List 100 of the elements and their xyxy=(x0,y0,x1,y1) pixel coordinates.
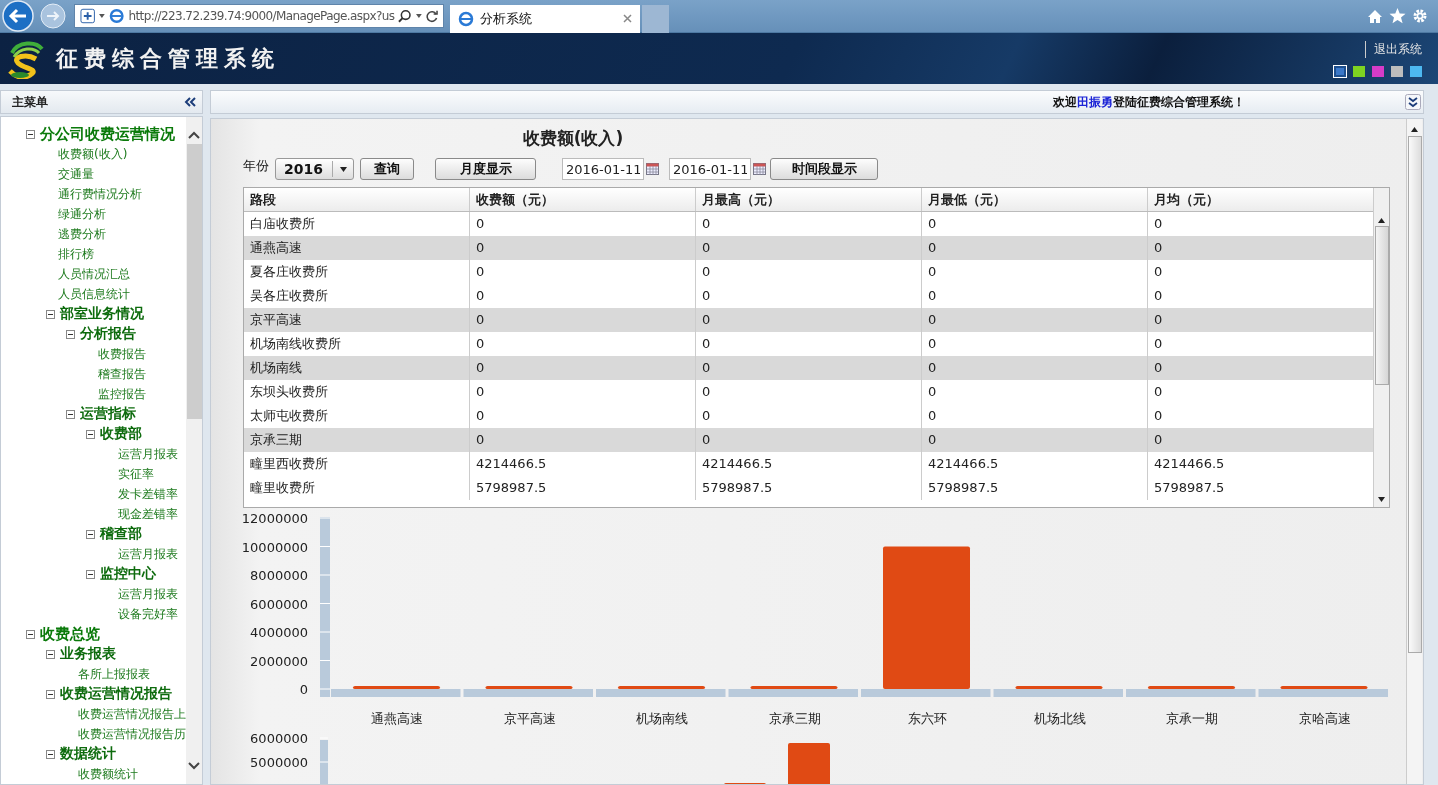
menu-item[interactable]: 交通量 xyxy=(58,165,94,183)
scroll-up-icon[interactable] xyxy=(1411,127,1418,132)
theme-swatch[interactable] xyxy=(1410,65,1422,77)
address-bar[interactable]: http://223.72.239.74:9000/ManagePage.aspx?us xyxy=(74,4,444,28)
shield-icon xyxy=(80,8,96,24)
menu-title: 主菜单 xyxy=(12,93,48,111)
monthly-button[interactable]: 月度显示 xyxy=(435,158,536,180)
menu-item[interactable]: 运营月报表 xyxy=(118,445,178,463)
close-icon[interactable] xyxy=(623,14,632,23)
menu-item[interactable]: 人员情况汇总 xyxy=(58,265,130,283)
collapse-icon[interactable] xyxy=(184,97,196,107)
menu-item[interactable]: 各所上报报表 xyxy=(78,665,150,683)
scroll-thumb[interactable] xyxy=(1374,226,1389,385)
axis-label: 通燕高速 xyxy=(371,711,424,726)
scroll-down-icon[interactable] xyxy=(188,762,200,770)
menu-group[interactable]: 分析报告 xyxy=(80,325,136,343)
tree-toggle-icon[interactable] xyxy=(46,309,55,319)
menu-group[interactable]: 收费总览 xyxy=(40,624,100,644)
query-button[interactable]: 查询 xyxy=(360,158,414,180)
welcome-text: 欢迎 xyxy=(1053,93,1077,111)
menu-item[interactable]: 收费运营情况报告历 xyxy=(78,725,186,743)
menu-item[interactable]: 运营月报表 xyxy=(118,585,178,603)
tree-toggle-icon[interactable] xyxy=(46,749,55,759)
axis-label: 京承三期 xyxy=(768,711,821,726)
menu-item[interactable]: 收费运营情况报告上 xyxy=(78,705,186,723)
calendar-icon[interactable] xyxy=(753,163,766,175)
menu-item[interactable]: 绿通分析 xyxy=(58,205,106,223)
menu-group[interactable]: 收费部 xyxy=(100,425,142,443)
menu-item[interactable]: 收费报告 xyxy=(98,345,146,363)
forward-button[interactable] xyxy=(40,3,66,29)
search-icon[interactable] xyxy=(398,9,412,23)
tree-toggle-icon[interactable] xyxy=(66,409,75,419)
table-cell: 5798987.5 xyxy=(470,476,696,500)
scroll-thumb[interactable] xyxy=(1407,136,1422,653)
menu-item[interactable]: 排行榜 xyxy=(58,245,94,263)
axis-label: 5000000 xyxy=(250,755,308,770)
menu-group[interactable]: 数据统计 xyxy=(60,745,116,763)
refresh-icon[interactable] xyxy=(425,9,438,23)
theme-swatch[interactable] xyxy=(1334,65,1346,77)
scroll-thumb[interactable] xyxy=(186,144,202,419)
theme-swatch[interactable] xyxy=(1372,65,1384,77)
browser-tab[interactable]: 分析系统 xyxy=(450,4,640,33)
menu-item[interactable]: 逃费分析 xyxy=(58,225,106,243)
home-icon[interactable] xyxy=(1367,8,1383,24)
menu-group[interactable]: 分公司收费运营情况 xyxy=(40,124,175,144)
menu-item[interactable]: 稽查报告 xyxy=(98,365,146,383)
scroll-up-icon[interactable] xyxy=(1378,218,1385,223)
axis-label: 6000000 xyxy=(250,731,308,746)
logo-icon xyxy=(6,38,46,79)
period-button[interactable]: 时间段显示 xyxy=(770,158,878,180)
start-date-field[interactable]: 2016-01-11 xyxy=(562,158,644,180)
end-date-field[interactable]: 2016-01-11 xyxy=(669,158,751,180)
welcome-text: 登陆征费综合管理系统！ xyxy=(1113,93,1245,111)
caret-icon xyxy=(339,166,347,172)
menu-item[interactable]: 发卡差错率 xyxy=(118,485,178,503)
menu-item[interactable]: 运营月报表 xyxy=(118,545,178,563)
system-title: 征费综合管理系统 xyxy=(56,44,280,73)
year-label: 年份 xyxy=(243,157,269,175)
tree-toggle-icon[interactable] xyxy=(66,329,75,339)
star-icon[interactable] xyxy=(1389,8,1406,24)
menu-group[interactable]: 稽查部 xyxy=(100,525,142,543)
menu-item[interactable]: 收费额(收入) xyxy=(58,145,128,163)
axis-label: 6000000 xyxy=(250,596,308,612)
scroll-down-icon[interactable] xyxy=(1378,497,1385,502)
calendar-icon[interactable] xyxy=(646,163,659,175)
expand-icon[interactable] xyxy=(1405,94,1421,110)
column-header: 路段 xyxy=(244,188,470,211)
tree-toggle-icon[interactable] xyxy=(46,649,55,659)
menu-item[interactable]: 人员信息统计 xyxy=(58,285,130,303)
tree-toggle-icon[interactable] xyxy=(26,629,35,639)
tree-toggle-icon[interactable] xyxy=(26,129,35,139)
menu-item[interactable]: 收费额统计 xyxy=(78,765,138,783)
browser-icon xyxy=(109,8,125,24)
menu-item[interactable]: 设备完好率 xyxy=(118,605,178,623)
tree-toggle-icon[interactable] xyxy=(46,689,55,699)
user-name: 田振勇 xyxy=(1077,93,1113,111)
year-select[interactable]: 2016 xyxy=(275,158,354,180)
theme-swatch[interactable] xyxy=(1353,65,1365,77)
menu-group[interactable]: 业务报表 xyxy=(60,645,116,663)
menu-item[interactable]: 现金差错率 xyxy=(118,505,178,523)
axis-label: 8000000 xyxy=(250,568,308,583)
axis-label: 京平高速 xyxy=(503,711,556,726)
tree-toggle-icon[interactable] xyxy=(86,569,95,579)
scroll-up-icon[interactable] xyxy=(188,131,200,139)
menu-group[interactable]: 运营指标 xyxy=(80,405,136,423)
menu-item[interactable]: 实征率 xyxy=(118,465,154,483)
table-cell: 5798987.5 xyxy=(922,476,1148,500)
menu-item[interactable]: 监控报告 xyxy=(98,385,146,403)
caret-icon[interactable] xyxy=(415,14,422,18)
settings-icon[interactable] xyxy=(1412,8,1428,24)
column-header: 月最低（元） xyxy=(922,188,1148,211)
theme-swatch[interactable] xyxy=(1391,65,1403,77)
logout-link[interactable]: 退出系统 xyxy=(1365,40,1422,58)
menu-group[interactable]: 收费运营情况报告 xyxy=(60,685,172,703)
tree-toggle-icon[interactable] xyxy=(86,429,95,439)
back-button[interactable] xyxy=(2,0,34,32)
menu-item[interactable]: 通行费情况分析 xyxy=(58,185,142,203)
menu-group[interactable]: 部室业务情况 xyxy=(60,305,144,323)
menu-group[interactable]: 监控中心 xyxy=(100,565,156,583)
tree-toggle-icon[interactable] xyxy=(86,529,95,539)
